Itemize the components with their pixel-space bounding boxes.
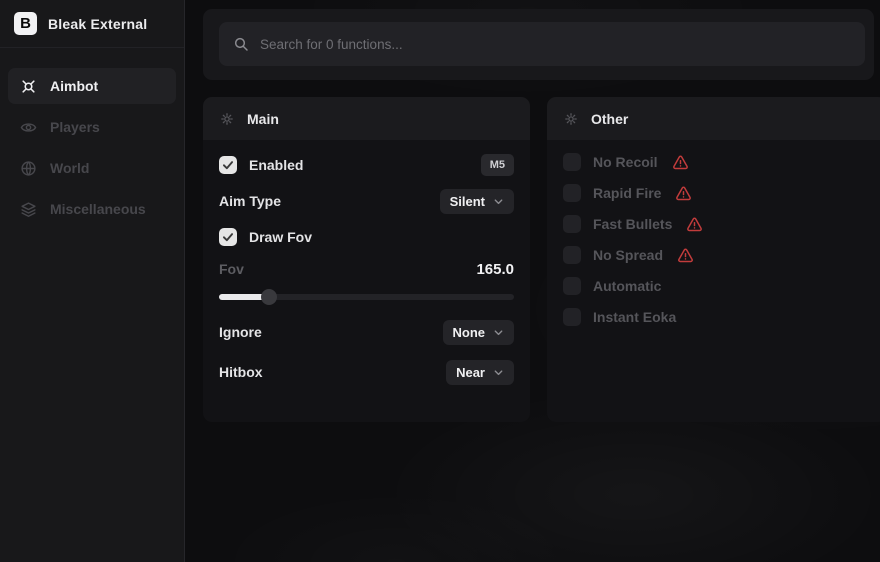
instant-eoka-label: Instant Eoka	[593, 309, 676, 325]
search-input[interactable]	[260, 37, 851, 52]
instant-eoka-checkbox[interactable]	[563, 308, 581, 326]
aim-type-label: Aim Type	[219, 193, 281, 209]
no-spread-checkbox[interactable]	[563, 246, 581, 264]
hitbox-dropdown[interactable]: Near	[446, 360, 514, 385]
ignore-label: Ignore	[219, 324, 262, 340]
sidebar-item-label: Miscellaneous	[50, 201, 146, 217]
rapid-fire-checkbox[interactable]	[563, 184, 581, 202]
other-item-fast-bullets: Fast Bullets	[563, 215, 871, 233]
hitbox-row: Hitbox Near	[219, 360, 514, 384]
no-recoil-label: No Recoil	[593, 154, 658, 170]
app-title: Bleak External	[48, 16, 147, 32]
warning-icon	[675, 185, 692, 202]
layers-icon	[20, 201, 37, 218]
other-item-no-recoil: No Recoil	[563, 153, 871, 171]
keybind-badge[interactable]: M5	[481, 154, 514, 176]
fast-bullets-checkbox[interactable]	[563, 215, 581, 233]
draw-fov-row: Draw Fov	[219, 225, 514, 249]
other-item-rapid-fire: Rapid Fire	[563, 184, 871, 202]
gear-icon	[563, 111, 579, 127]
other-panel: Other No Recoil Rapid Fire Fast Bullets	[547, 97, 880, 422]
app-logo-icon: B	[14, 12, 37, 35]
fov-slider-handle[interactable]	[261, 289, 277, 305]
ignore-dropdown[interactable]: None	[443, 320, 515, 345]
hitbox-label: Hitbox	[219, 364, 263, 380]
main-panel: Main Enabled M5 Aim Type Silent	[203, 97, 530, 422]
warning-icon	[672, 154, 689, 171]
panel-title: Other	[591, 111, 628, 127]
fov-label: Fov	[219, 261, 244, 277]
other-item-automatic: Automatic	[563, 277, 871, 295]
sidebar-nav: Aimbot Players World Miscellaneous	[8, 68, 176, 227]
search-box[interactable]	[219, 22, 865, 66]
sidebar-item-label: Aimbot	[50, 78, 98, 94]
warning-icon	[686, 216, 703, 233]
hitbox-value: Near	[456, 365, 485, 380]
other-panel-body: No Recoil Rapid Fire Fast Bullets No Spr…	[547, 140, 880, 352]
sidebar-item-label: World	[50, 160, 89, 176]
draw-fov-checkbox[interactable]	[219, 228, 237, 246]
fov-row: Fov 165.0	[219, 259, 514, 279]
sidebar-item-aimbot[interactable]: Aimbot	[8, 68, 176, 104]
sidebar-item-players[interactable]: Players	[8, 109, 176, 145]
panel-title: Main	[247, 111, 279, 127]
chevron-down-icon	[493, 196, 504, 207]
rapid-fire-label: Rapid Fire	[593, 185, 661, 201]
aim-type-value: Silent	[450, 194, 485, 209]
other-panel-header: Other	[547, 97, 880, 140]
crosshair-icon	[20, 78, 37, 95]
fov-value: 165.0	[476, 261, 514, 278]
fov-slider[interactable]	[219, 289, 514, 305]
globe-icon	[20, 160, 37, 177]
other-item-no-spread: No Spread	[563, 246, 871, 264]
app-header: B Bleak External	[0, 0, 184, 48]
aim-type-dropdown[interactable]: Silent	[440, 189, 514, 214]
fov-slider-fill	[219, 294, 265, 300]
warning-icon	[677, 247, 694, 264]
chevron-down-icon	[493, 367, 504, 378]
main-panel-header: Main	[203, 97, 530, 140]
other-item-instant-eoka: Instant Eoka	[563, 308, 871, 326]
enabled-row: Enabled M5	[219, 153, 514, 177]
search-icon	[233, 36, 249, 52]
sidebar-item-label: Players	[50, 119, 100, 135]
sidebar-item-miscellaneous[interactable]: Miscellaneous	[8, 191, 176, 227]
enabled-label: Enabled	[249, 157, 303, 173]
automatic-label: Automatic	[593, 278, 661, 294]
ignore-row: Ignore None	[219, 320, 514, 344]
eye-icon	[20, 119, 37, 136]
sidebar-item-world[interactable]: World	[8, 150, 176, 186]
main-panel-body: Enabled M5 Aim Type Silent Draw Fov Fov …	[203, 140, 530, 397]
chevron-down-icon	[493, 327, 504, 338]
ignore-value: None	[453, 325, 486, 340]
check-icon	[221, 230, 235, 244]
automatic-checkbox[interactable]	[563, 277, 581, 295]
search-panel	[203, 9, 874, 80]
sidebar: B Bleak External Aimbot Players World	[0, 0, 185, 562]
no-recoil-checkbox[interactable]	[563, 153, 581, 171]
draw-fov-label: Draw Fov	[249, 229, 312, 245]
aim-type-row: Aim Type Silent	[219, 189, 514, 213]
fast-bullets-label: Fast Bullets	[593, 216, 672, 232]
gear-icon	[219, 111, 235, 127]
enabled-checkbox[interactable]	[219, 156, 237, 174]
check-icon	[221, 158, 235, 172]
no-spread-label: No Spread	[593, 247, 663, 263]
